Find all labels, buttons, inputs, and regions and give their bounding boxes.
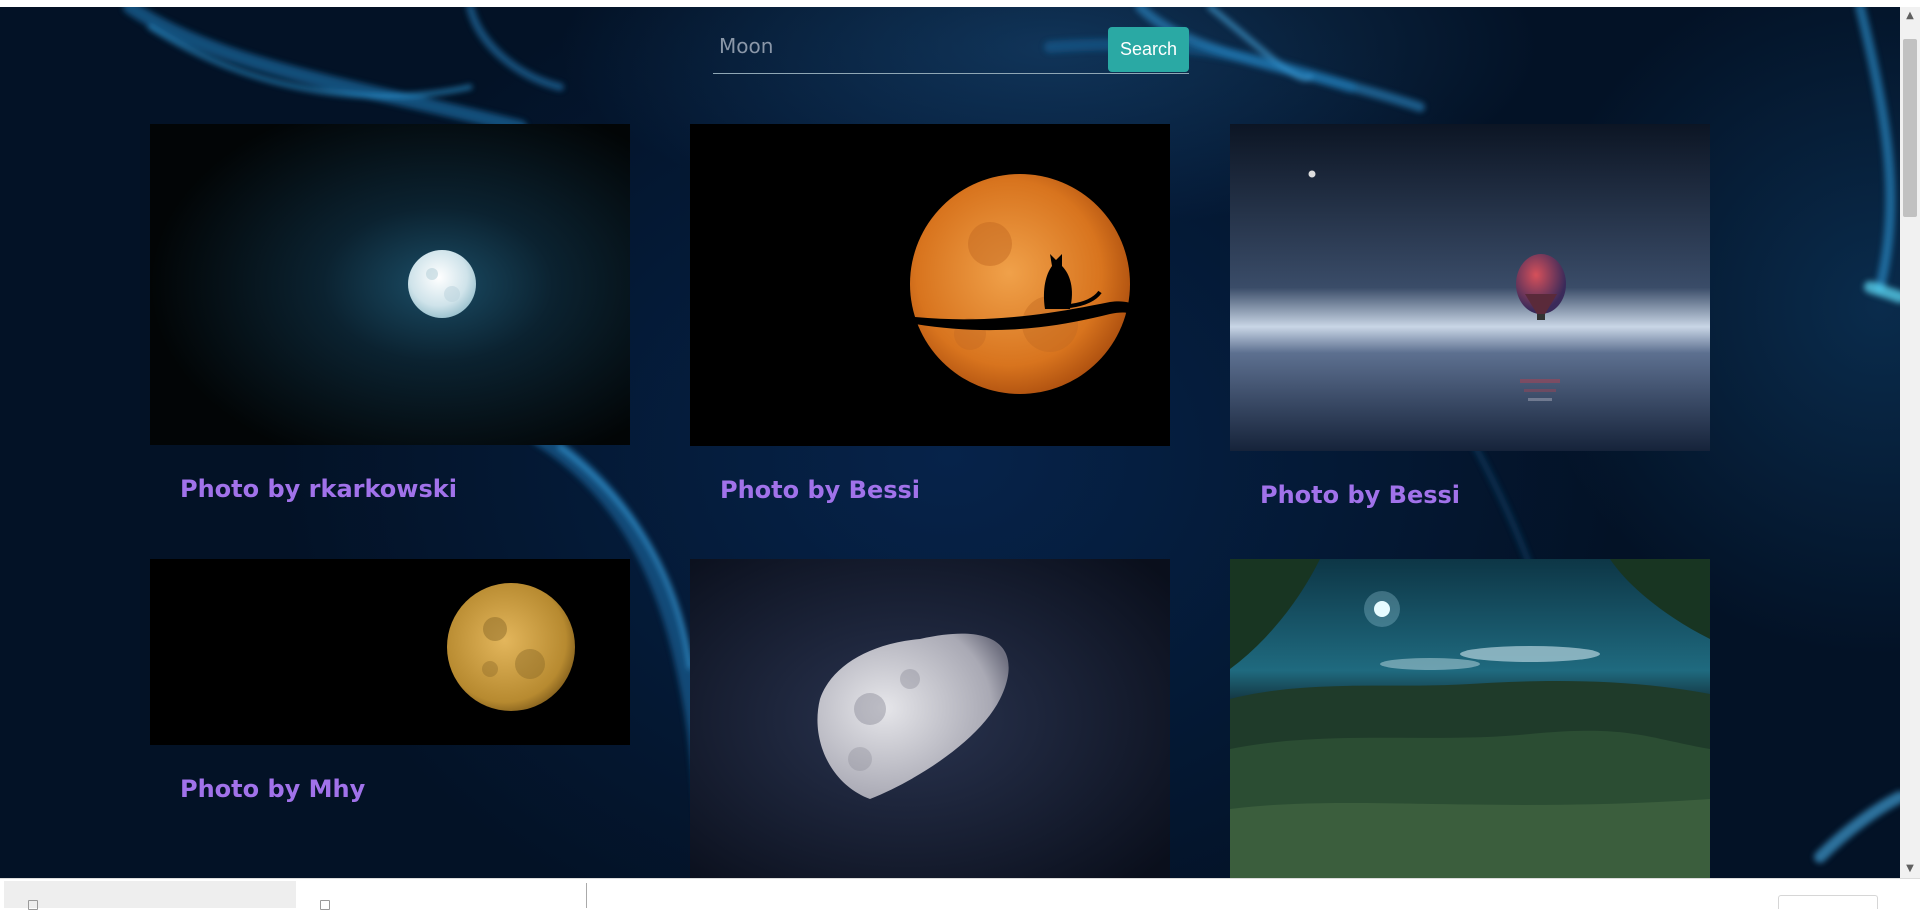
scroll-down-arrow-icon[interactable]: ▼	[1900, 860, 1920, 878]
photo-card[interactable]	[690, 559, 1170, 878]
scrollbar-thumb[interactable]	[1903, 39, 1917, 217]
bottom-bar	[0, 878, 1920, 910]
bottom-tab[interactable]	[300, 881, 586, 910]
search-bar: Search	[713, 17, 1189, 81]
file-icon	[28, 900, 38, 910]
photo-caption: Photo by Bessi	[1260, 481, 1461, 509]
vertical-scrollbar[interactable]: ▲ ▼	[1900, 7, 1920, 878]
photo-caption: Photo by rkarkowski	[180, 475, 457, 503]
photo-card[interactable]	[1230, 559, 1710, 878]
search-button[interactable]: Search	[1108, 27, 1189, 72]
top-edge	[0, 0, 1900, 7]
photo-card[interactable]: Photo by Bessi	[1230, 124, 1710, 519]
page-background: Search	[0, 7, 1900, 878]
photo-card[interactable]: Photo by Bessi	[690, 124, 1170, 514]
file-icon	[320, 900, 330, 910]
photo-moon-fog[interactable]	[150, 124, 630, 445]
photo-card[interactable]: Photo by Mhy	[150, 559, 630, 859]
divider	[586, 883, 587, 908]
photo-golden-moon[interactable]	[150, 559, 630, 745]
photo-caption: Photo by Mhy	[180, 775, 366, 803]
search-underline	[713, 73, 1189, 74]
bottom-tab[interactable]	[4, 881, 296, 910]
photo-caption: Photo by Bessi	[720, 476, 921, 504]
scroll-up-arrow-icon[interactable]: ▲	[1900, 7, 1920, 25]
photo-balloon-night[interactable]	[1230, 124, 1710, 451]
photo-half-moon[interactable]	[690, 559, 1170, 878]
photo-forest-moon[interactable]	[1230, 559, 1710, 878]
search-input[interactable]	[713, 25, 1093, 67]
photo-cat-moon[interactable]	[690, 124, 1170, 446]
photo-card[interactable]: Photo by rkarkowski	[150, 124, 630, 514]
